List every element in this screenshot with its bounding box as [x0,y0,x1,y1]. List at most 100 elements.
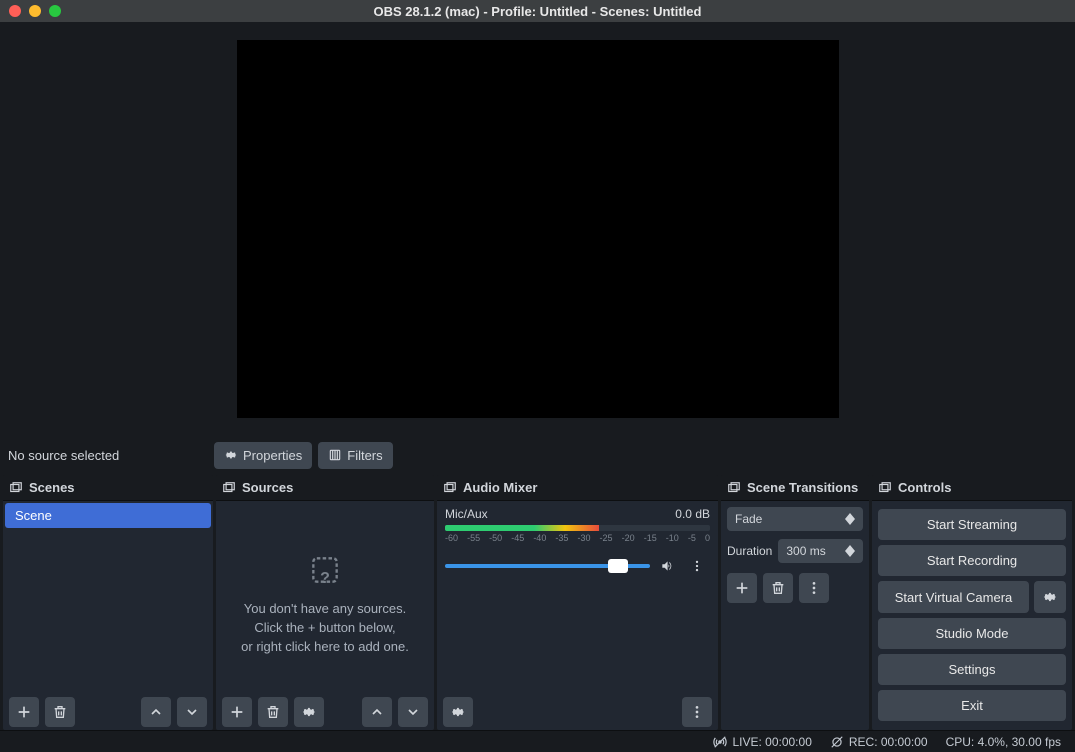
trash-icon [265,704,281,720]
vu-ticks: -60-55-50-45-40-35-30-25-20-15-10-50 [445,533,710,543]
more-vertical-icon [690,559,704,573]
statusbar: LIVE: 00:00:00 REC: 00:00:00 CPU: 4.0%, … [0,730,1075,752]
sources-list[interactable]: ? You don't have any sources. Click the … [216,501,434,694]
filters-button[interactable]: Filters [318,442,392,469]
virtual-camera-settings-button[interactable] [1034,581,1066,613]
select-spinner-icon [845,513,855,525]
controls-title: Controls [898,480,951,495]
controls-dock: Controls Start Streaming Start Recording… [872,475,1072,730]
chevron-down-icon [184,704,200,720]
sources-dock-header[interactable]: Sources [216,475,434,501]
add-scene-button[interactable] [9,697,39,727]
chevron-up-icon [148,704,164,720]
plus-icon [229,704,245,720]
move-source-up-button[interactable] [362,697,392,727]
audio-options-button[interactable] [684,553,710,579]
mute-button[interactable] [654,553,680,579]
scene-transitions-title: Scene Transitions [747,480,858,495]
source-properties-button[interactable] [294,697,324,727]
scenes-dock-header[interactable]: Scenes [3,475,213,501]
gear-icon [1042,589,1058,605]
scenes-list[interactable]: Scene [3,501,213,694]
vu-meter [445,525,710,531]
sources-empty-line3: or right click here to add one. [216,638,434,657]
volume-slider[interactable] [445,564,650,568]
speaker-icon [660,559,674,573]
dock-icon [9,481,23,495]
audio-channel: Mic/Aux 0.0 dB -60-55-50-45-40-35-30-25-… [437,501,718,585]
sources-title: Sources [242,480,293,495]
scenes-dock: Scenes Scene [3,475,213,730]
gear-icon [224,448,238,462]
window-minimize-button[interactable] [29,5,41,17]
status-live: LIVE: 00:00:00 [732,735,811,749]
transition-select[interactable]: Fade [727,507,863,531]
question-icon: ? [311,556,339,584]
audio-channel-name: Mic/Aux [445,507,488,521]
dock-icon [443,481,457,495]
preview-area [0,22,1075,435]
plus-icon [16,704,32,720]
transition-properties-button[interactable] [799,573,829,603]
trash-icon [770,580,786,596]
window-maximize-button[interactable] [49,5,61,17]
window-title: OBS 28.1.2 (mac) - Profile: Untitled - S… [0,4,1075,19]
status-cpu: CPU: 4.0%, 30.00 fps [946,735,1061,749]
chevron-down-icon [405,704,421,720]
titlebar: OBS 28.1.2 (mac) - Profile: Untitled - S… [0,0,1075,22]
remove-source-button[interactable] [258,697,288,727]
dock-icon [727,481,741,495]
audio-mixer-dock: Audio Mixer Mic/Aux 0.0 dB -60-55-50-45-… [437,475,718,730]
status-rec: REC: 00:00:00 [849,735,928,749]
move-scene-down-button[interactable] [177,697,207,727]
duration-value: 300 ms [786,544,825,558]
add-source-button[interactable] [222,697,252,727]
scenes-title: Scenes [29,480,75,495]
window-close-button[interactable] [9,5,21,17]
settings-button[interactable]: Settings [878,654,1066,685]
plus-icon [734,580,750,596]
controls-dock-header[interactable]: Controls [872,475,1072,501]
move-source-down-button[interactable] [398,697,428,727]
duration-input[interactable]: 300 ms [778,539,863,563]
properties-button[interactable]: Properties [214,442,312,469]
more-vertical-icon [806,580,822,596]
audio-channel-level: 0.0 dB [675,507,710,521]
gear-icon [301,704,317,720]
scene-transitions-dock-header[interactable]: Scene Transitions [721,475,869,501]
start-virtual-camera-button[interactable]: Start Virtual Camera [878,581,1029,613]
dock-icon [878,481,892,495]
audio-mixer-title: Audio Mixer [463,480,537,495]
trash-icon [52,704,68,720]
stepper-icon [845,545,855,557]
scene-item[interactable]: Scene [5,503,211,528]
more-vertical-icon [689,704,705,720]
move-scene-up-button[interactable] [141,697,171,727]
source-status-text: No source selected [8,448,208,463]
exit-button[interactable]: Exit [878,690,1066,721]
audio-mixer-menu-button[interactable] [682,697,712,727]
filters-label: Filters [347,448,382,463]
remove-transition-button[interactable] [763,573,793,603]
studio-mode-button[interactable]: Studio Mode [878,618,1066,649]
record-icon [830,735,844,749]
transition-selected-value: Fade [735,512,762,526]
dock-icon [222,481,236,495]
add-transition-button[interactable] [727,573,757,603]
audio-mixer-dock-header[interactable]: Audio Mixer [437,475,718,501]
remove-scene-button[interactable] [45,697,75,727]
sources-empty-line2: Click the + button below, [216,619,434,638]
start-recording-button[interactable]: Start Recording [878,545,1066,576]
sources-empty-line1: You don't have any sources. [216,600,434,619]
preview-canvas[interactable] [237,40,839,418]
chevron-up-icon [369,704,385,720]
scene-transitions-dock: Scene Transitions Fade Duration 300 m [721,475,869,730]
gear-icon [450,704,466,720]
properties-label: Properties [243,448,302,463]
filters-icon [328,448,342,462]
sources-dock: Sources ? You don't have any sources. Cl… [216,475,434,730]
advanced-audio-button[interactable] [443,697,473,727]
broadcast-icon [713,735,727,749]
duration-label: Duration [727,544,772,558]
start-streaming-button[interactable]: Start Streaming [878,509,1066,540]
